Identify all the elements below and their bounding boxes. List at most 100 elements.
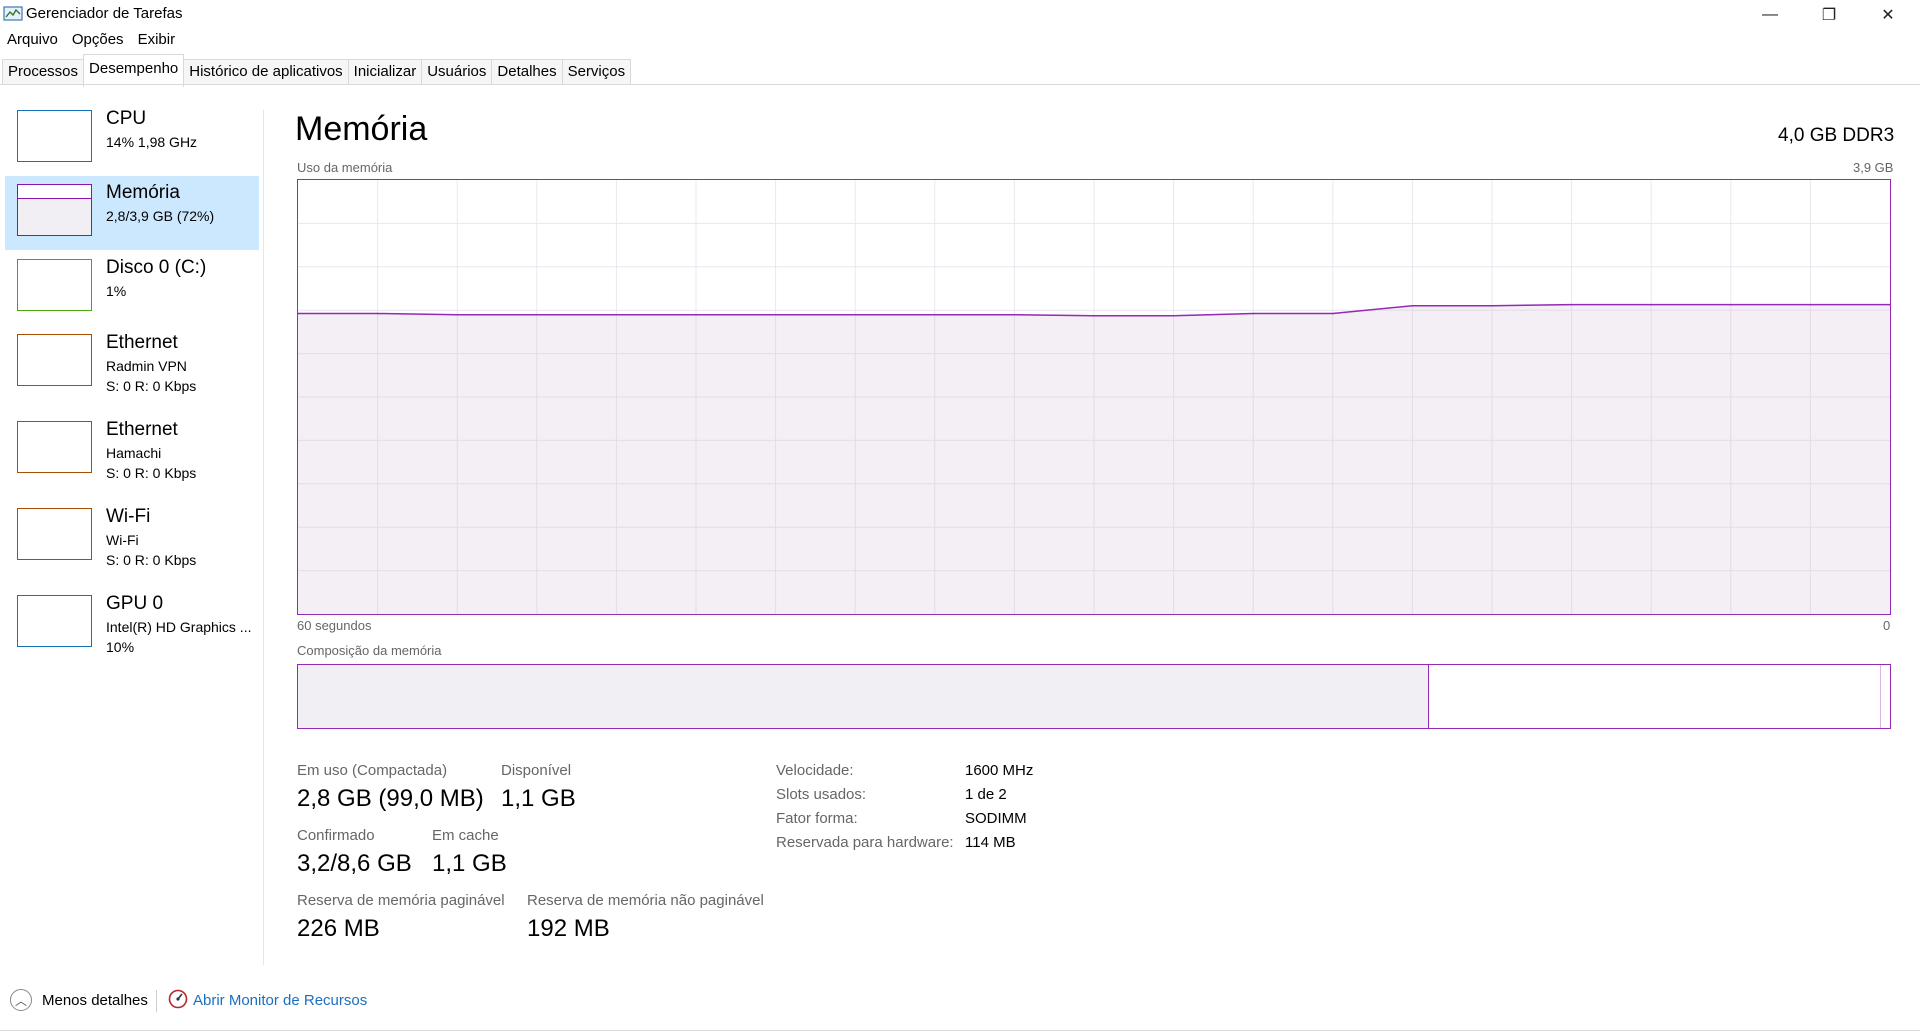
minimize-button[interactable]: — — [1740, 0, 1800, 30]
tab-strip: Processos Desempenho Histórico de aplica… — [2, 54, 632, 87]
footer-divider — [0, 1030, 1920, 1031]
memory-usage-point — [456, 313, 458, 316]
footer-separator — [156, 990, 157, 1012]
sidebar-item-detail-2: S: 0 R: 0 Kbps — [106, 465, 197, 481]
memory-usage-point — [1809, 303, 1812, 306]
sidebar-item-detail: Radmin VPN — [106, 358, 187, 374]
memory-usage-point — [1650, 303, 1652, 306]
window-title: Gerenciador de Tarefas — [26, 5, 183, 22]
tab-historico[interactable]: Histórico de aplicativos — [183, 59, 349, 85]
sidebar-item-1[interactable]: Memória 2,8/3,9 GB (72%) — [5, 176, 259, 250]
sidebar-item-detail-2: S: 0 R: 0 Kbps — [106, 552, 197, 568]
memory-usage-point — [1093, 314, 1095, 317]
paged-pool-value: 226 MB — [297, 915, 380, 942]
title-bar: Gerenciador de Tarefas — ❐ ✕ — [0, 0, 1920, 30]
usage-chart-label: Uso da memória — [297, 160, 393, 175]
sidebar-thumbnail-graph — [17, 334, 92, 386]
sidebar-item-5[interactable]: Wi-Fi Wi-Fi S: 0 R: 0 Kbps — [5, 500, 259, 584]
memory-usage-point — [1172, 314, 1175, 317]
menu-bar: Arquivo Opções Exibir — [0, 31, 182, 51]
close-button[interactable]: ✕ — [1858, 0, 1918, 30]
sidebar-item-3[interactable]: Ethernet Radmin VPN S: 0 R: 0 Kbps — [5, 326, 259, 410]
usage-max-label: 3,9 GB — [1853, 160, 1894, 175]
memory-usage-point — [1491, 304, 1493, 307]
paged-pool-label: Reserva de memória paginável — [297, 892, 505, 909]
sidebar-item-name: GPU 0 — [106, 593, 164, 614]
sidebar-thumbnail-graph — [17, 110, 92, 162]
memory-usage-point — [1730, 303, 1732, 306]
sidebar-item-detail: Wi-Fi — [106, 532, 139, 548]
memory-usage-point — [854, 313, 856, 316]
tab-inicializar[interactable]: Inicializar — [347, 59, 423, 85]
resource-monitor-icon[interactable] — [168, 989, 188, 1009]
memory-usage-point — [536, 313, 538, 316]
tab-detalhes[interactable]: Detalhes — [491, 59, 563, 85]
available-label: Disponível — [501, 762, 572, 779]
nonpaged-pool-label: Reserva de memória não paginável — [527, 892, 764, 909]
slots-value: 1 de 2 — [965, 786, 1007, 803]
speed-value: 1600 MHz — [965, 762, 1034, 779]
time-axis-label: 60 segundos — [297, 618, 372, 633]
composition-standby-edge — [1880, 665, 1881, 728]
sidebar-thumbnail-graph — [17, 508, 92, 560]
sidebar-item-detail-2: S: 0 R: 0 Kbps — [106, 378, 197, 394]
sidebar-thumbnail-graph — [17, 259, 92, 311]
hardware-reserved-label: Reservada para hardware: — [776, 834, 954, 851]
open-resource-monitor-link[interactable]: Abrir Monitor de Recursos — [193, 992, 367, 1009]
menu-opcoes[interactable]: Opções — [65, 31, 131, 51]
memory-usage-point — [298, 312, 299, 315]
less-details-button[interactable]: Menos detalhes — [42, 992, 148, 1009]
sidebar-item-4[interactable]: Ethernet Hamachi S: 0 R: 0 Kbps — [5, 413, 259, 497]
page-title: Memória — [295, 110, 428, 148]
memory-usage-point — [615, 313, 618, 316]
memory-usage-point — [1411, 304, 1414, 307]
sidebar-item-2[interactable]: Disco 0 (C:) 1% — [5, 251, 259, 325]
sidebar-item-detail-2: 10% — [106, 639, 135, 655]
memory-spec: 4,0 GB DDR3 — [1778, 125, 1895, 146]
in-use-label: Em uso (Compactada) — [297, 762, 448, 779]
slots-label: Slots usados: — [776, 786, 867, 803]
chevron-up-icon[interactable]: ︿ — [10, 989, 32, 1011]
sidebar-item-name: Memória — [106, 182, 180, 203]
available-value: 1,1 GB — [501, 785, 576, 812]
memory-usage-point — [695, 313, 697, 316]
form-factor-label: Fator forma: — [776, 810, 858, 827]
memory-usage-area — [298, 304, 1890, 614]
tab-divider — [0, 84, 1920, 85]
menu-arquivo[interactable]: Arquivo — [0, 31, 65, 51]
memory-usage-point — [1570, 303, 1573, 306]
time-axis-zero: 0 — [1883, 618, 1891, 633]
sidebar-item-detail: Hamachi — [106, 445, 162, 461]
tab-processos[interactable]: Processos — [2, 59, 85, 85]
memory-usage-point — [376, 312, 379, 315]
sidebar-item-detail: 14% 1,98 GHz — [106, 134, 198, 150]
sidebar-item-0[interactable]: CPU 14% 1,98 GHz — [5, 102, 259, 172]
menu-exibir[interactable]: Exibir — [131, 31, 183, 51]
sidebar-thumbnail-graph — [17, 421, 92, 473]
in-use-value: 2,8 GB (99,0 MB) — [297, 785, 484, 812]
memory-usage-point — [774, 313, 777, 316]
sidebar-item-6[interactable]: GPU 0 Intel(R) HD Graphics ... 10% — [5, 587, 259, 671]
composition-in-use — [298, 665, 1429, 728]
committed-label: Confirmado — [297, 827, 375, 844]
tab-desempenho[interactable]: Desempenho — [83, 54, 185, 87]
thumbnail-fill — [18, 198, 91, 235]
committed-value: 3,2/8,6 GB — [297, 850, 412, 877]
task-manager-icon — [3, 6, 23, 21]
memory-usage-point — [1252, 312, 1254, 315]
form-factor-value: SODIMM — [965, 810, 1027, 827]
sidebar-thumbnail-graph — [17, 595, 92, 647]
sidebar-item-detail: 1% — [106, 283, 127, 299]
cached-value: 1,1 GB — [432, 850, 507, 877]
sidebar-thumbnail-graph — [17, 184, 92, 236]
memory-usage-point — [1889, 303, 1890, 306]
sidebar-item-name: Ethernet — [106, 419, 178, 440]
restore-button[interactable]: ❐ — [1799, 0, 1859, 30]
memory-usage-point — [934, 313, 936, 316]
memory-usage-point — [1013, 313, 1016, 316]
sidebar-item-detail: 2,8/3,9 GB (72%) — [106, 208, 215, 224]
tab-usuarios[interactable]: Usuários — [421, 59, 493, 85]
speed-label: Velocidade: — [776, 762, 854, 779]
sidebar-divider — [263, 110, 264, 965]
tab-servicos[interactable]: Serviços — [561, 59, 632, 85]
